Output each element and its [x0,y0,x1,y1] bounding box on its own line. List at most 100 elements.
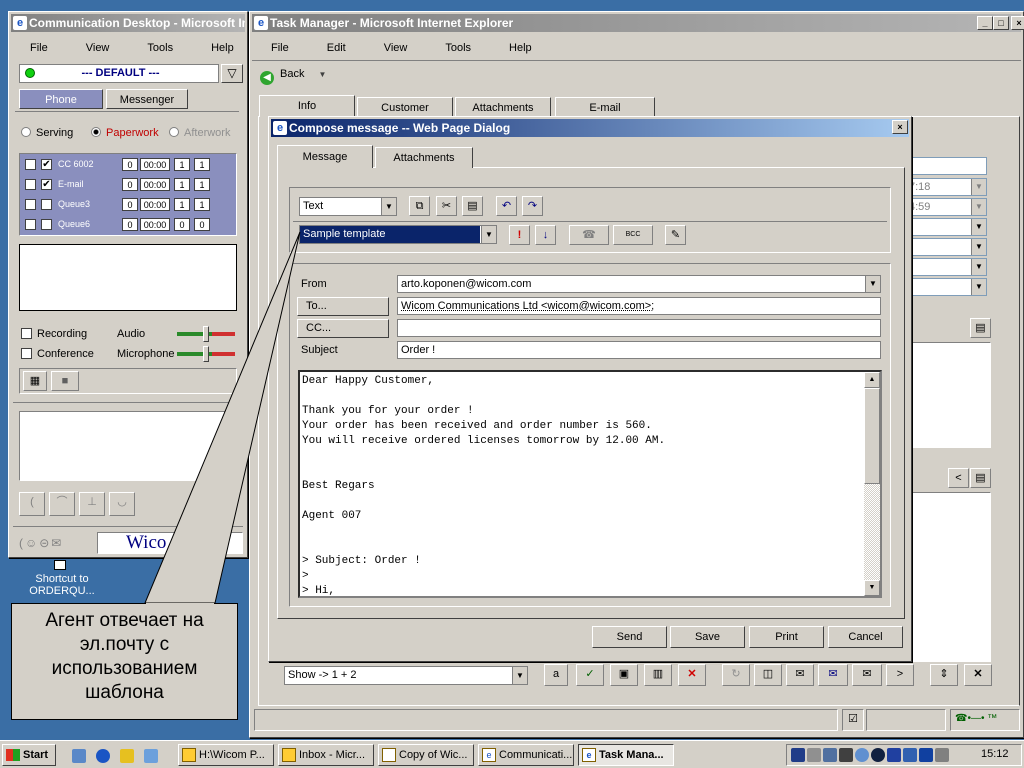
cc-button[interactable]: CC... [297,319,389,338]
queue-row[interactable]: Queue6 0 00:00 0 0 [21,215,235,234]
queue-checkbox[interactable] [25,219,36,230]
save-button[interactable]: Save [670,626,745,648]
tab-info[interactable]: Info [259,95,355,117]
audio-slider[interactable] [177,326,235,342]
app-icon[interactable] [144,749,158,763]
mail-icon[interactable]: ✉ [786,664,814,686]
compose-close-button[interactable]: × [892,120,908,134]
window-icon[interactable]: ◫ [754,664,782,686]
address-book-icon[interactable]: ☎ [569,225,609,245]
queue-checkbox-checked[interactable]: ✔ [41,159,52,170]
cc-field[interactable] [397,319,881,337]
mail-send-icon[interactable]: ✉ [852,664,882,686]
queue-checkbox[interactable] [25,159,36,170]
grid-icon[interactable]: ▦ [23,371,47,391]
send-button[interactable]: Send [592,626,667,648]
menu-help[interactable]: Help [490,38,551,58]
task-copy-of-wicom[interactable]: Copy of Wic... [378,744,474,766]
tab-attachments[interactable]: Attachments [375,147,473,168]
message-body[interactable]: Dear Happy Customer, Thank you for your … [298,370,882,598]
document-icon[interactable]: ▤ [970,318,991,338]
low-priority-icon[interactable]: ↓ [535,225,556,245]
delete-icon[interactable]: ✕ [678,664,706,686]
tm-field-top[interactable] [905,157,987,175]
task-task-manager[interactable]: e Task Mana... [578,744,674,766]
tm-time-field[interactable]: 7:18 ▼ [905,178,987,196]
swap-icon[interactable]: ⇕ [930,664,958,686]
transfer-icon[interactable]: ⊥ [79,492,105,516]
undo-icon[interactable]: ↶ [496,196,517,216]
menu-file[interactable]: File [11,38,67,58]
refresh-icon[interactable]: ↻ [722,664,750,686]
template-select[interactable]: Sample template ▼ [299,225,497,244]
queue-row[interactable]: ✔ E-mail 0 00:00 1 1 [21,175,235,194]
globe-icon[interactable] [855,748,869,762]
subject-field[interactable]: Order ! [397,341,881,359]
tab-email[interactable]: E-mail [555,97,655,117]
maximize-button[interactable]: □ [993,16,1009,30]
tm-select[interactable]: ▼ [905,278,987,296]
tab-message[interactable]: Message [277,145,373,168]
to-button[interactable]: To... [297,297,389,316]
clipboard-icon[interactable]: ▥ [644,664,672,686]
queue-row[interactable]: ✔ CC 6002 0 00:00 1 1 [21,155,235,174]
print-button[interactable]: Print [749,626,824,648]
redo-icon[interactable]: ↷ [522,196,543,216]
tm-select[interactable]: ▼ [905,238,987,256]
compose-titlebar[interactable]: e Compose message -- Web Page Dialog [271,119,909,137]
tm-select[interactable]: ▼ [905,258,987,276]
monitor-icon[interactable] [839,748,853,762]
menu-file[interactable]: File [252,38,308,58]
prev-icon[interactable]: < [948,468,969,488]
text-icon[interactable]: a [544,664,568,686]
paste-icon[interactable]: ▤ [462,196,483,216]
scroll-up-icon[interactable]: ▲ [864,372,880,388]
tm-select[interactable]: ▼ [905,218,987,236]
radio-afterwork[interactable]: Afterwork [169,127,230,139]
queue-checkbox[interactable] [41,219,52,230]
minimize-button[interactable]: _ [977,16,993,30]
queue-row[interactable]: Queue3 0 00:00 1 1 [21,195,235,214]
show-select[interactable]: Show -> 1 + 2 ▼ [284,666,528,685]
hold-icon[interactable]: ◡ [109,492,135,516]
desktop-shortcut[interactable]: Shortcut to ORDERQU... [22,560,102,600]
menu-tools[interactable]: Tools [426,38,490,58]
moon-icon[interactable] [871,748,885,762]
copy-icon[interactable]: ⧉ [409,196,430,216]
camera-icon[interactable]: ■ [51,371,79,391]
check-mail-icon[interactable]: ✓ [576,664,604,686]
menu-tools[interactable]: Tools [128,38,192,58]
menu-help[interactable]: Help [192,38,253,58]
queue-checkbox[interactable] [41,199,52,210]
to-field[interactable]: Wicom Communications Ltd <wicom@wicom.co… [397,297,881,315]
tab-attachments[interactable]: Attachments [455,97,551,117]
conference-checkbox[interactable]: Conference [21,348,94,360]
network-icon[interactable] [823,748,837,762]
body-scrollbar[interactable]: ▲ ▼ [864,372,880,596]
cancel-button[interactable]: Cancel [828,626,903,648]
tools-icon[interactable] [903,748,917,762]
back-button[interactable]: ◀ Back ▼ [260,66,326,85]
microphone-slider[interactable] [177,346,235,362]
profile-select[interactable]: --- DEFAULT --- [19,64,219,83]
queue-checkbox[interactable] [25,199,36,210]
from-select[interactable]: arto.koponen@wicom.com ▼ [397,275,881,293]
tm-time-field[interactable]: 4:59 ▼ [905,198,987,216]
queue-checkbox-checked[interactable]: ✔ [41,179,52,190]
bcc-button[interactable]: BCC [613,225,653,245]
format-select[interactable]: Text ▼ [299,197,397,216]
check-icon[interactable] [935,748,949,762]
language-icon[interactable] [919,748,933,762]
edit-icon[interactable]: ✎ [665,225,686,245]
tab-messenger[interactable]: Messenger [106,89,188,109]
document-icon[interactable]: ▤ [970,468,991,488]
next-icon[interactable]: > [886,664,914,686]
radio-paperwork[interactable]: Paperwork [91,127,159,139]
filter-icon[interactable] [887,748,901,762]
task-communication[interactable]: e Communicati... [478,744,574,766]
mail-reply-icon[interactable]: ✉ [818,664,848,686]
desktop-icon[interactable] [72,749,86,763]
comm-desktop-titlebar[interactable]: eCommunication Desktop - Microsoft Inter… [11,14,245,32]
menu-view[interactable]: View [365,38,427,58]
hangup-icon[interactable]: ⌒ [49,492,75,516]
